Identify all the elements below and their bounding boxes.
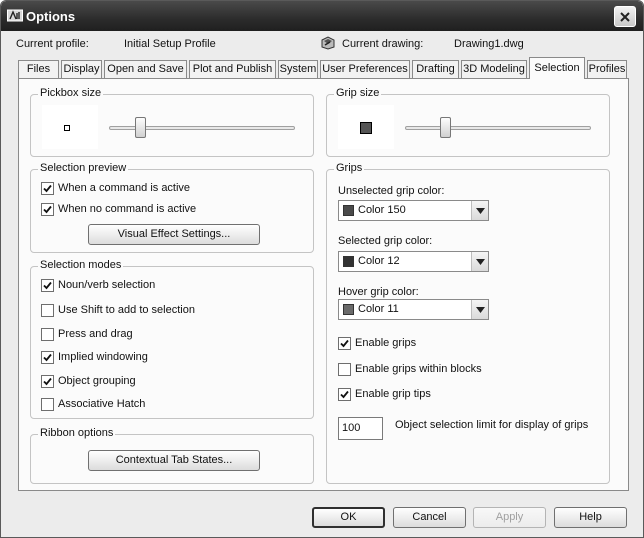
tab-selection[interactable]: Selection bbox=[529, 57, 585, 79]
title-bar: Options bbox=[1, 1, 643, 31]
selected-color-swatch bbox=[343, 256, 354, 267]
grip-square-icon bbox=[360, 122, 372, 134]
selection-modes-title: Selection modes bbox=[38, 259, 124, 271]
tab-system[interactable]: System bbox=[278, 60, 318, 78]
unselected-grip-color-dropdown[interactable]: Color 150 bbox=[338, 200, 489, 221]
tab-display[interactable]: Display bbox=[61, 60, 102, 78]
ribbon-options-group: Ribbon options Contextual Tab States... bbox=[30, 427, 314, 484]
close-button[interactable] bbox=[614, 6, 636, 27]
current-profile-value: Initial Setup Profile bbox=[124, 38, 216, 50]
selected-grip-color-label: Selected grip color: bbox=[338, 235, 433, 247]
drawing-icon bbox=[321, 36, 335, 50]
pickbox-size-group: Pickbox size bbox=[30, 87, 314, 157]
grips-title: Grips bbox=[334, 162, 365, 174]
close-icon bbox=[620, 11, 630, 22]
ribbon-options-title: Ribbon options bbox=[38, 427, 116, 439]
selection-modes-group: Selection modes Noun/verb selection Use … bbox=[30, 259, 314, 419]
grips-group: Grips Unselected grip color: Color 150 S… bbox=[326, 162, 610, 484]
tab-3d-modeling[interactable]: 3D Modeling bbox=[461, 60, 527, 78]
cancel-button[interactable]: Cancel bbox=[393, 507, 466, 528]
selection-tab-panel: Pickbox size Selection preview When a co… bbox=[18, 78, 629, 491]
pickbox-slider-thumb[interactable] bbox=[135, 117, 147, 138]
unselected-color-swatch bbox=[343, 205, 354, 216]
pickbox-square-icon bbox=[64, 125, 70, 131]
help-button[interactable]: Help bbox=[554, 507, 627, 528]
visual-effect-settings-button[interactable]: Visual Effect Settings... bbox=[88, 224, 260, 245]
tab-strip: Files Display Open and Save Plot and Pub… bbox=[18, 57, 628, 79]
ok-button[interactable]: OK bbox=[312, 507, 385, 528]
current-drawing-value: Drawing1.dwg bbox=[454, 38, 524, 50]
current-drawing-label: Current drawing: bbox=[342, 38, 424, 50]
grip-selection-limit-input[interactable]: 100 bbox=[338, 417, 383, 440]
hover-grip-color-label: Hover grip color: bbox=[338, 286, 419, 298]
grip-preview bbox=[338, 105, 394, 149]
chevron-down-icon bbox=[471, 252, 488, 271]
grip-size-title: Grip size bbox=[334, 87, 382, 99]
options-dialog: Options Current profile: Initial Setup P… bbox=[0, 0, 644, 538]
tab-files[interactable]: Files bbox=[18, 60, 59, 78]
current-profile-label: Current profile: bbox=[16, 38, 89, 50]
grip-size-slider-track[interactable] bbox=[405, 126, 591, 130]
tab-drafting[interactable]: Drafting bbox=[412, 60, 459, 78]
pickbox-preview bbox=[42, 105, 98, 149]
tab-user-preferences[interactable]: User Preferences bbox=[320, 60, 410, 78]
unselected-grip-color-label: Unselected grip color: bbox=[338, 185, 445, 197]
selection-preview-title: Selection preview bbox=[38, 162, 129, 174]
selected-grip-color-dropdown[interactable]: Color 12 bbox=[338, 251, 489, 272]
contextual-tab-states-button[interactable]: Contextual Tab States... bbox=[88, 450, 260, 471]
grip-size-group: Grip size bbox=[326, 87, 610, 157]
window-title: Options bbox=[26, 9, 76, 24]
grip-size-slider-thumb[interactable] bbox=[440, 117, 452, 138]
apply-button[interactable]: Apply bbox=[473, 507, 546, 528]
pickbox-size-title: Pickbox size bbox=[38, 87, 104, 99]
selection-preview-group: Selection preview When a command is acti… bbox=[30, 162, 314, 253]
tab-plot-and-publish[interactable]: Plot and Publish bbox=[189, 60, 276, 78]
chevron-down-icon bbox=[471, 300, 488, 319]
tab-profiles[interactable]: Profiles bbox=[587, 60, 627, 78]
hover-color-swatch bbox=[343, 304, 354, 315]
grip-selection-limit-label: Object selection limit for display of gr… bbox=[395, 419, 589, 431]
chevron-down-icon bbox=[471, 201, 488, 220]
tab-open-and-save[interactable]: Open and Save bbox=[104, 60, 187, 78]
hover-grip-color-dropdown[interactable]: Color 11 bbox=[338, 299, 489, 320]
app-icon bbox=[7, 9, 23, 22]
